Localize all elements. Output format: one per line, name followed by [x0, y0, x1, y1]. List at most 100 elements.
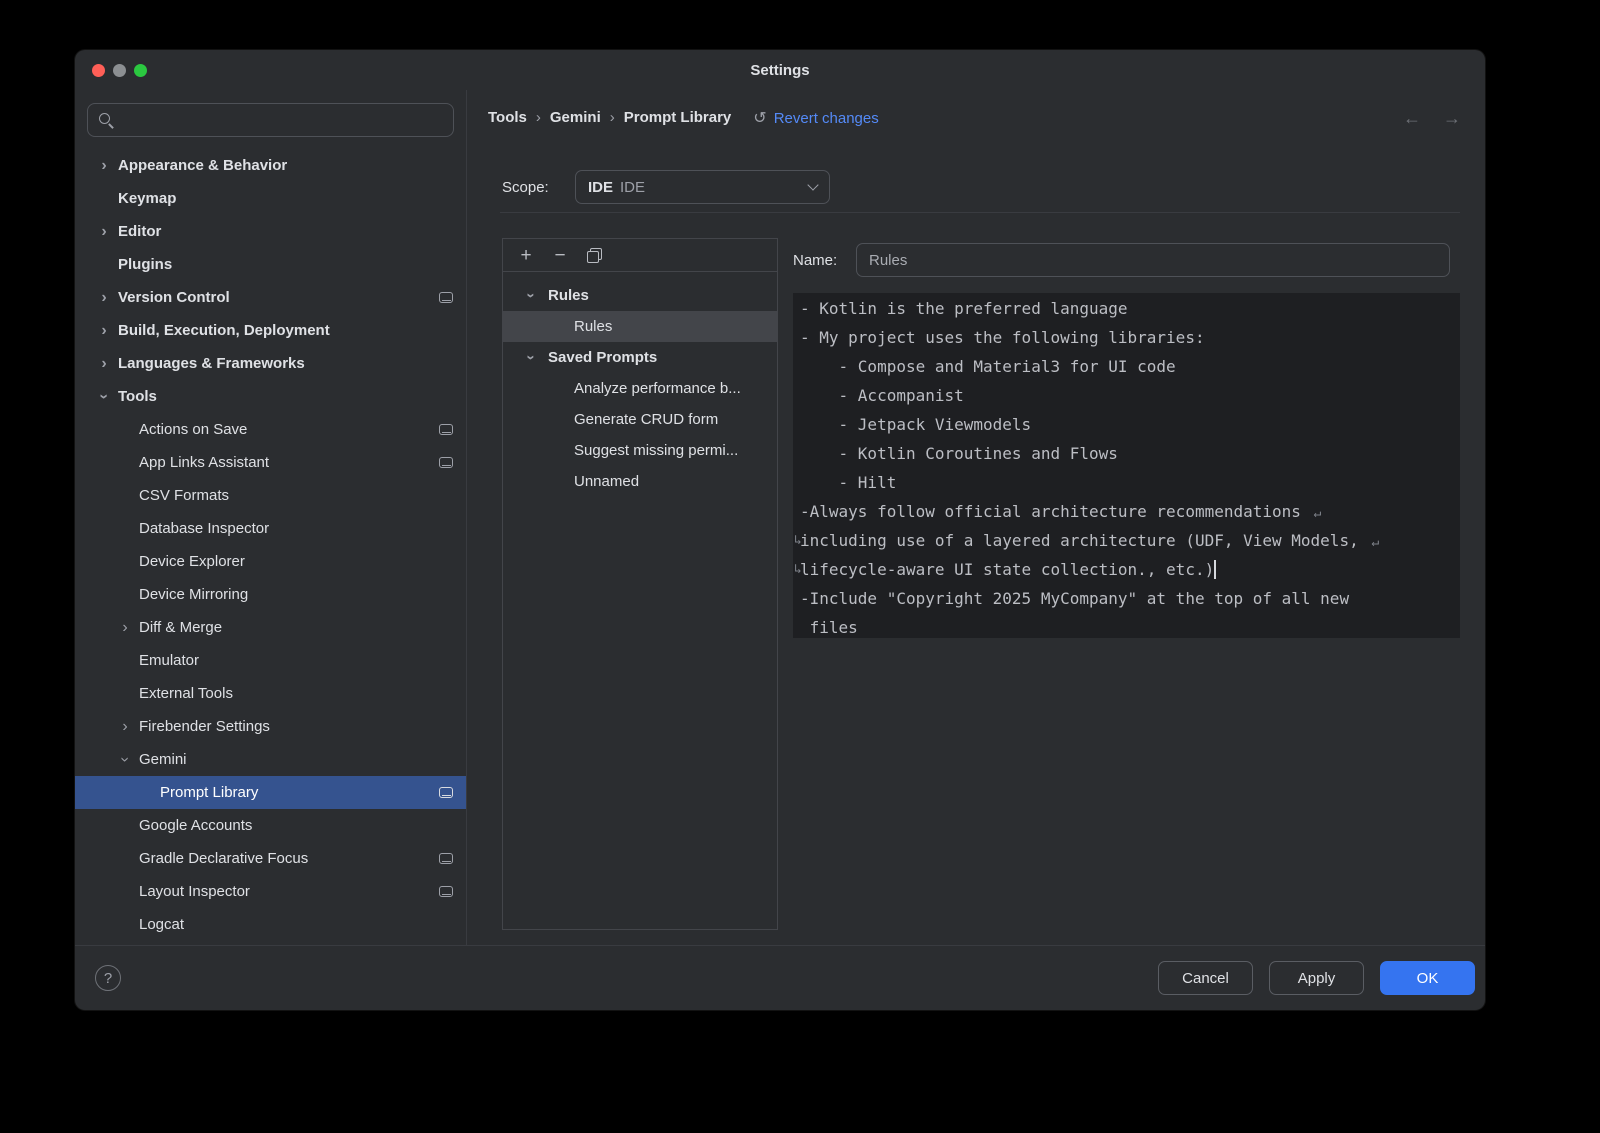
help-button[interactable]: ?	[95, 965, 121, 991]
prompt-name-input[interactable]	[856, 243, 1450, 277]
editor-line: - Kotlin Coroutines and Flows	[800, 439, 1452, 468]
sidebar-item-label: Keymap	[118, 190, 176, 207]
prompt-list-item[interactable]: Analyze performance b...	[503, 373, 777, 404]
sidebar-item[interactable]: › Firebender Settings	[75, 710, 466, 743]
sidebar-item-label: Gradle Declarative Focus	[139, 850, 308, 867]
sidebar-item[interactable]: Plugins	[75, 248, 466, 281]
breadcrumb-separator: ›	[610, 109, 615, 126]
chevron-icon: ›	[118, 710, 132, 743]
prompt-list-item[interactable]: › Saved Prompts	[503, 342, 777, 373]
prompt-item-label: Rules	[548, 287, 589, 304]
remove-icon[interactable]: −	[543, 239, 577, 272]
sidebar-item[interactable]: › Tools	[75, 380, 466, 413]
chevron-icon: ›	[97, 281, 111, 314]
editor-line: -Include "Copyright 2025 MyCompany" at t…	[800, 584, 1452, 613]
back-icon[interactable]: ←	[1403, 108, 1421, 129]
scope-select[interactable]: IDE IDE	[575, 170, 830, 204]
sidebar-item[interactable]: › Appearance & Behavior	[75, 149, 466, 182]
sidebar-search[interactable]	[87, 103, 454, 137]
close-window-button[interactable]	[92, 64, 105, 77]
sidebar-item-label: Database Inspector	[139, 520, 269, 537]
forward-icon[interactable]: →	[1443, 108, 1461, 129]
sidebar-item[interactable]: › Version Control	[75, 281, 466, 314]
sidebar-item[interactable]: Actions on Save	[75, 413, 466, 446]
prompt-list-item[interactable]: Suggest missing permi...	[503, 435, 777, 466]
name-label: Name:	[793, 252, 856, 269]
sidebar-item-label: Languages & Frameworks	[118, 355, 305, 372]
breadcrumb-item[interactable]: Prompt Library	[624, 109, 732, 126]
ide-settings-icon	[439, 424, 453, 435]
ide-settings-icon	[439, 853, 453, 864]
soft-wrap-icon: ↳	[794, 526, 802, 555]
apply-button[interactable]: Apply	[1269, 961, 1364, 995]
sidebar-item[interactable]: Device Explorer	[75, 545, 466, 578]
sidebar-item-label: Firebender Settings	[139, 718, 270, 735]
zoom-window-button[interactable]	[134, 64, 147, 77]
settings-sidebar: › Appearance & Behavior Keymap › Editor …	[75, 90, 467, 945]
soft-wrap-icon: ↵	[1371, 535, 1379, 550]
content-header: Tools › Gemini › Prompt Library ↺ Revert…	[467, 98, 1485, 138]
ok-button[interactable]: OK	[1380, 961, 1475, 995]
sidebar-item[interactable]: Logcat	[75, 908, 466, 941]
sidebar-item[interactable]: › Editor	[75, 215, 466, 248]
sidebar-item-label: Actions on Save	[139, 421, 247, 438]
sidebar-item-label: Device Explorer	[139, 553, 245, 570]
sidebar-item[interactable]: › Gemini	[75, 743, 466, 776]
sidebar-item[interactable]: › Build, Execution, Deployment	[75, 314, 466, 347]
chevron-icon: ›	[97, 347, 111, 380]
revert-changes-link[interactable]: Revert changes	[774, 110, 879, 127]
sidebar-item-label: Plugins	[118, 256, 172, 273]
sidebar-item-label: Emulator	[139, 652, 199, 669]
sidebar-item-label: Gemini	[139, 751, 187, 768]
editor-line: ↳including use of a layered architecture…	[800, 526, 1452, 555]
name-row: Name:	[793, 243, 1460, 277]
sidebar-item-label: Logcat	[139, 916, 184, 933]
ide-settings-icon	[439, 457, 453, 468]
search-icon	[98, 112, 114, 128]
editor-line-text: including use of a layered architecture …	[800, 531, 1368, 550]
sidebar-item[interactable]: External Tools	[75, 677, 466, 710]
editor-line: - Hilt	[800, 468, 1452, 497]
breadcrumb-item[interactable]: Gemini	[550, 109, 601, 126]
chevron-icon: ›	[97, 314, 111, 347]
prompt-editor[interactable]: - Kotlin is the preferred language- My p…	[793, 293, 1460, 638]
breadcrumb-item[interactable]: Tools	[488, 109, 527, 126]
prompt-list-item[interactable]: › Rules	[503, 280, 777, 311]
sidebar-item[interactable]: Device Mirroring	[75, 578, 466, 611]
cancel-button[interactable]: Cancel	[1158, 961, 1253, 995]
editor-line-text: - My project uses the following librarie…	[800, 328, 1205, 347]
prompt-list-item[interactable]: Rules	[503, 311, 777, 342]
sidebar-item[interactable]: Emulator	[75, 644, 466, 677]
soft-wrap-icon: ↳	[794, 555, 802, 584]
sidebar-item[interactable]: App Links Assistant	[75, 446, 466, 479]
revert-icon[interactable]: ↺	[753, 108, 766, 128]
sidebar-item[interactable]: Gradle Declarative Focus	[75, 842, 466, 875]
sidebar-item[interactable]: Prompt Library	[75, 776, 466, 809]
dialog-footer: ? Cancel Apply OK	[75, 945, 1485, 1010]
prompt-list-toolbar: + −	[503, 239, 777, 272]
sidebar-item[interactable]: Google Accounts	[75, 809, 466, 842]
sidebar-item[interactable]: › Diff & Merge	[75, 611, 466, 644]
sidebar-item[interactable]: › Languages & Frameworks	[75, 347, 466, 380]
editor-line-text: - Hilt	[800, 473, 896, 492]
sidebar-item[interactable]: Keymap	[75, 182, 466, 215]
editor-line: files	[800, 613, 1452, 638]
prompt-list-item[interactable]: Generate CRUD form	[503, 404, 777, 435]
prompt-list-item[interactable]: Unnamed	[503, 466, 777, 497]
prompt-item-label: Generate CRUD form	[574, 411, 718, 428]
sidebar-item[interactable]: CSV Formats	[75, 479, 466, 512]
divider	[500, 212, 1460, 213]
editor-line-text: - Jetpack Viewmodels	[800, 415, 1031, 434]
search-input[interactable]	[122, 112, 443, 128]
minimize-window-button[interactable]	[113, 64, 126, 77]
sidebar-item[interactable]: Layout Inspector	[75, 875, 466, 908]
sidebar-item-label: Prompt Library	[160, 784, 258, 801]
ide-settings-icon	[439, 886, 453, 897]
copy-icon[interactable]	[577, 239, 611, 272]
editor-line-text: files	[800, 618, 858, 637]
add-icon[interactable]: +	[509, 239, 543, 272]
sidebar-item[interactable]: Database Inspector	[75, 512, 466, 545]
chevron-icon: ›	[516, 351, 547, 365]
editor-line-text: -Include "Copyright 2025 MyCompany" at t…	[800, 589, 1349, 608]
prompt-detail-panel: Name: - Kotlin is the preferred language…	[793, 238, 1460, 638]
